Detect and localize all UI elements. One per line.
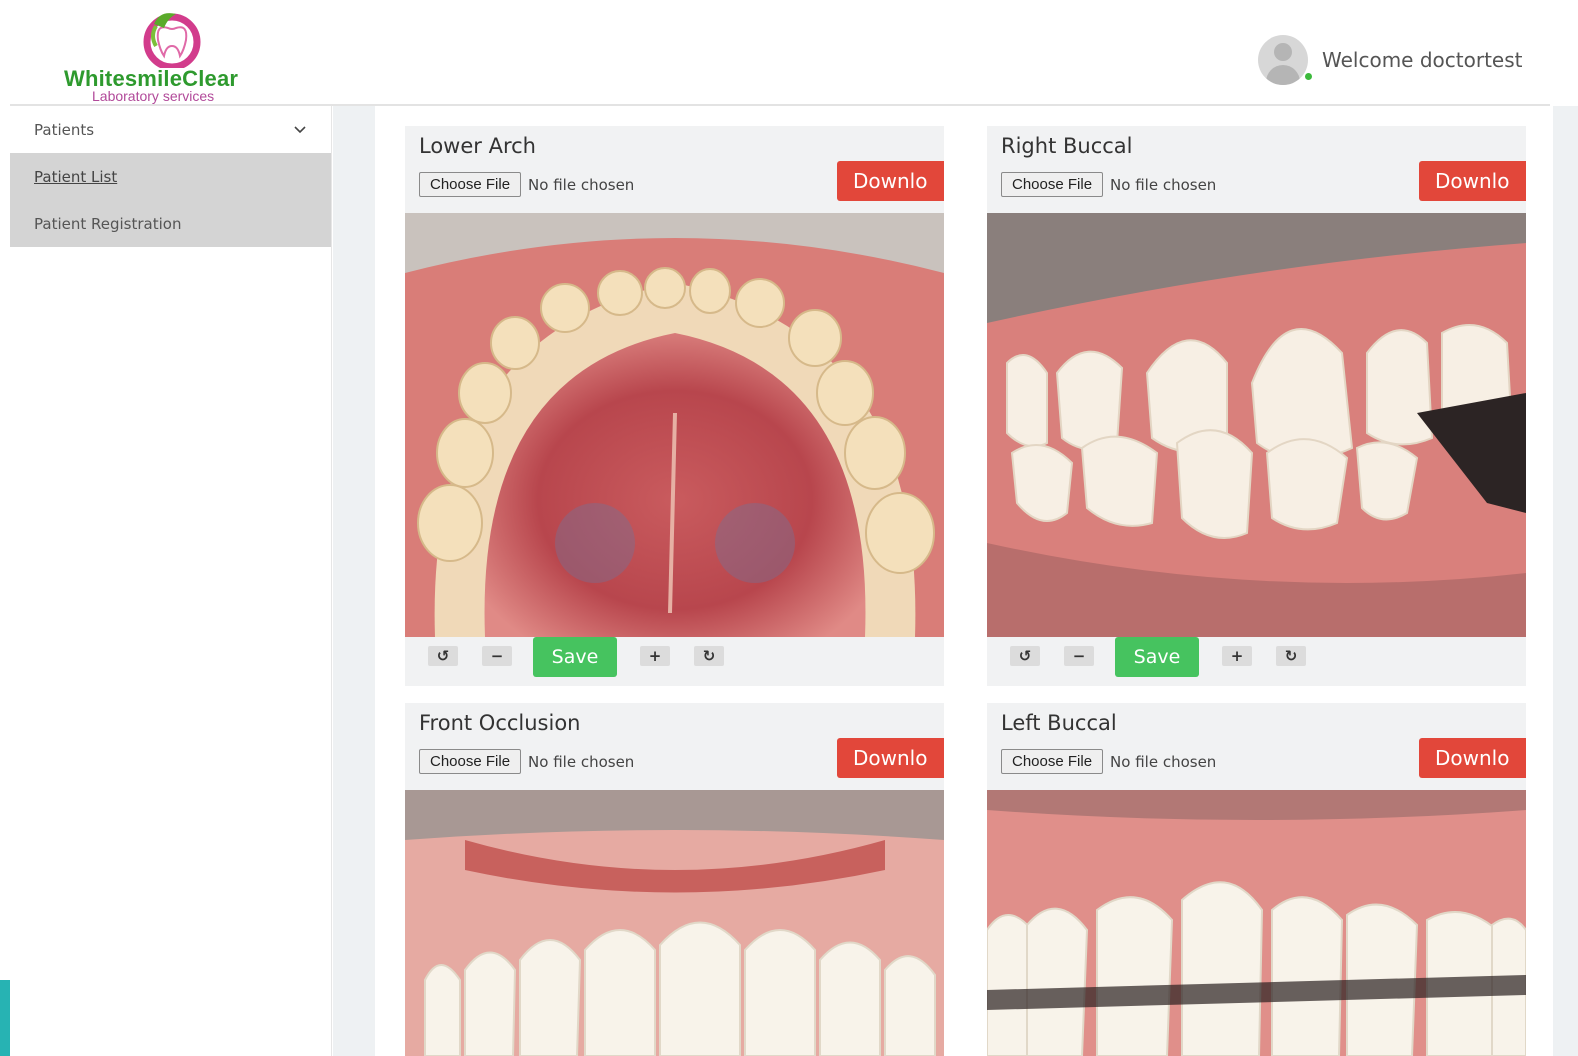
- rotate-right-icon[interactable]: ↻: [694, 646, 724, 666]
- card-title: Right Buccal: [1001, 134, 1133, 158]
- online-status-dot: [1304, 72, 1313, 81]
- zoom-out-icon[interactable]: −: [482, 646, 512, 666]
- file-status: No file chosen: [1110, 752, 1217, 771]
- sidebar: Patients Patient List Patient Registrati…: [10, 106, 332, 1056]
- zoom-in-icon[interactable]: +: [640, 646, 670, 666]
- download-button[interactable]: Downlo: [1419, 738, 1526, 778]
- tooth-logo-icon: [143, 13, 201, 68]
- rotate-left-icon[interactable]: ↺: [428, 646, 458, 666]
- download-button[interactable]: Downlo: [1419, 161, 1526, 201]
- download-button[interactable]: Downlo: [837, 161, 944, 201]
- choose-file-button[interactable]: Choose File: [419, 749, 522, 774]
- left-buccal-photo[interactable]: [987, 790, 1526, 1056]
- file-status: No file chosen: [528, 752, 635, 771]
- zoom-in-icon[interactable]: +: [1222, 646, 1252, 666]
- right-buccal-photo[interactable]: [987, 213, 1526, 637]
- download-button[interactable]: Downlo: [837, 738, 944, 778]
- brand-logo[interactable]: WhitesmileClear Laboratory services: [62, 6, 282, 104]
- photo-card-left-buccal: Left Buccal Choose File No file chosen D…: [987, 703, 1526, 1056]
- choose-file-button[interactable]: Choose File: [1001, 172, 1104, 197]
- teal-edge-strip: [0, 980, 10, 1056]
- user-menu[interactable]: Welcome doctortest: [1258, 35, 1522, 85]
- sidebar-item-patient-registration[interactable]: Patient Registration: [10, 200, 331, 247]
- sidebar-item-patient-list[interactable]: Patient List: [10, 153, 331, 200]
- photo-card-lower-arch: Lower Arch Choose File No file chosen Do…: [405, 126, 944, 686]
- card-title: Front Occlusion: [419, 711, 581, 735]
- save-button[interactable]: Save: [1115, 637, 1199, 677]
- top-header: WhitesmileClear Laboratory services Welc…: [0, 0, 1578, 106]
- save-button[interactable]: Save: [533, 637, 617, 677]
- photo-card-front-occlusion: Front Occlusion Choose File No file chos…: [405, 703, 944, 1056]
- chevron-down-icon[interactable]: [293, 123, 307, 137]
- brand-tagline: Laboratory services: [92, 88, 215, 104]
- sidebar-submenu: Patient List Patient Registration: [10, 153, 331, 247]
- choose-file-button[interactable]: Choose File: [419, 172, 522, 197]
- card-title: Lower Arch: [419, 134, 536, 158]
- photo-card-right-buccal: Right Buccal Choose File No file chosen …: [987, 126, 1526, 686]
- file-status: No file chosen: [528, 175, 635, 194]
- sidebar-section-label: Patients: [34, 120, 95, 139]
- front-occlusion-photo[interactable]: [405, 790, 944, 1056]
- sidebar-section-patients[interactable]: Patients: [10, 106, 331, 153]
- file-status: No file chosen: [1110, 175, 1217, 194]
- welcome-text[interactable]: Welcome doctortest: [1322, 48, 1522, 72]
- card-title: Left Buccal: [1001, 711, 1117, 735]
- zoom-out-icon[interactable]: −: [1064, 646, 1094, 666]
- rotate-right-icon[interactable]: ↻: [1276, 646, 1306, 666]
- choose-file-button[interactable]: Choose File: [1001, 749, 1104, 774]
- lower-arch-photo[interactable]: [405, 213, 944, 637]
- rotate-left-icon[interactable]: ↺: [1010, 646, 1040, 666]
- avatar[interactable]: [1258, 35, 1308, 85]
